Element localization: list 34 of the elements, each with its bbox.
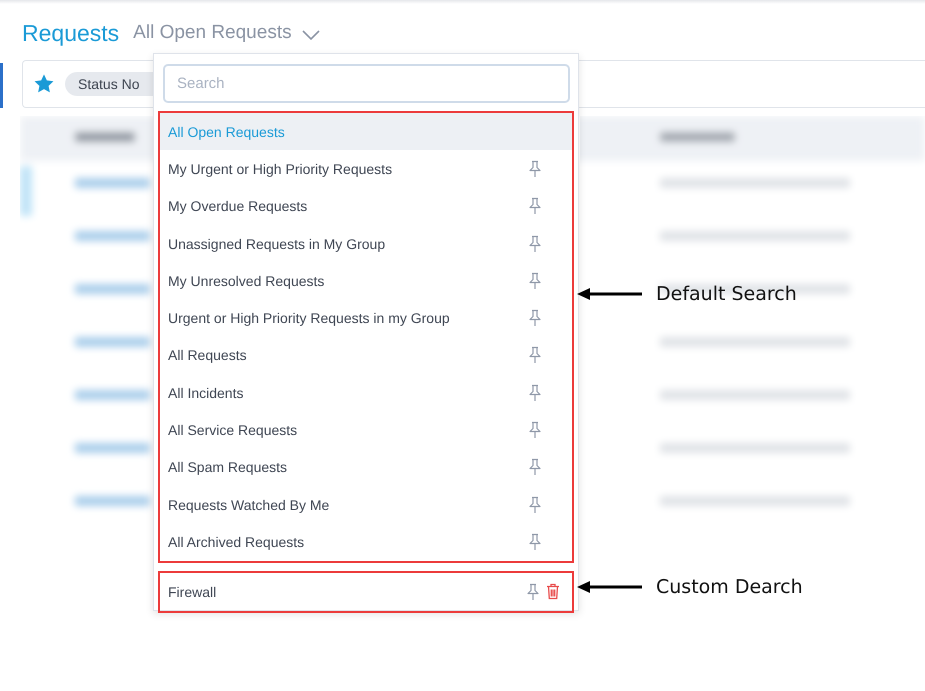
saved-search-item[interactable]: My Unresolved Requests [160,262,572,300]
search-field[interactable]: Search [163,64,570,103]
star-icon[interactable] [33,73,55,95]
saved-search-item[interactable]: My Urgent or High Priority Requests [160,150,572,188]
chevron-down-icon[interactable] [302,30,320,40]
pin-icon[interactable] [528,384,542,402]
saved-search-item[interactable]: All Archived Requests [160,523,572,561]
pin-icon[interactable] [528,309,542,328]
annotation-label: Default Search [656,283,797,305]
arrow-icon [576,287,644,301]
pin-icon[interactable] [528,458,542,476]
pin-icon[interactable] [528,160,542,178]
pin-icon[interactable] [528,272,542,290]
saved-search-item[interactable]: All Incidents [160,374,572,412]
accent-bar [0,63,3,108]
pin-icon[interactable] [528,234,542,253]
saved-search-item[interactable]: Requests Watched By Me [160,486,572,524]
trash-icon[interactable] [546,583,560,600]
pin-icon[interactable] [528,496,542,514]
arrow-icon [576,580,644,594]
page-title: Requests [22,20,120,46]
saved-search-item[interactable]: All Requests [160,336,572,374]
saved-search-item[interactable]: Unassigned Requests in My Group [160,224,572,262]
annotation-label: Custom Dearch [656,576,803,598]
saved-search-item[interactable]: All Spam Requests [160,448,572,486]
saved-search-item[interactable]: Urgent or High Priority Requests in my Group [160,299,572,337]
saved-search-item[interactable]: My Overdue Requests [160,188,572,225]
saved-search-item[interactable]: Firewall [160,572,572,612]
saved-search-item[interactable]: All Service Requests [160,411,572,449]
pin-icon[interactable] [528,421,542,440]
pin-icon[interactable] [528,197,542,216]
pin-icon[interactable] [528,532,542,551]
pin-icon[interactable] [526,582,540,601]
pin-icon[interactable] [528,346,542,364]
